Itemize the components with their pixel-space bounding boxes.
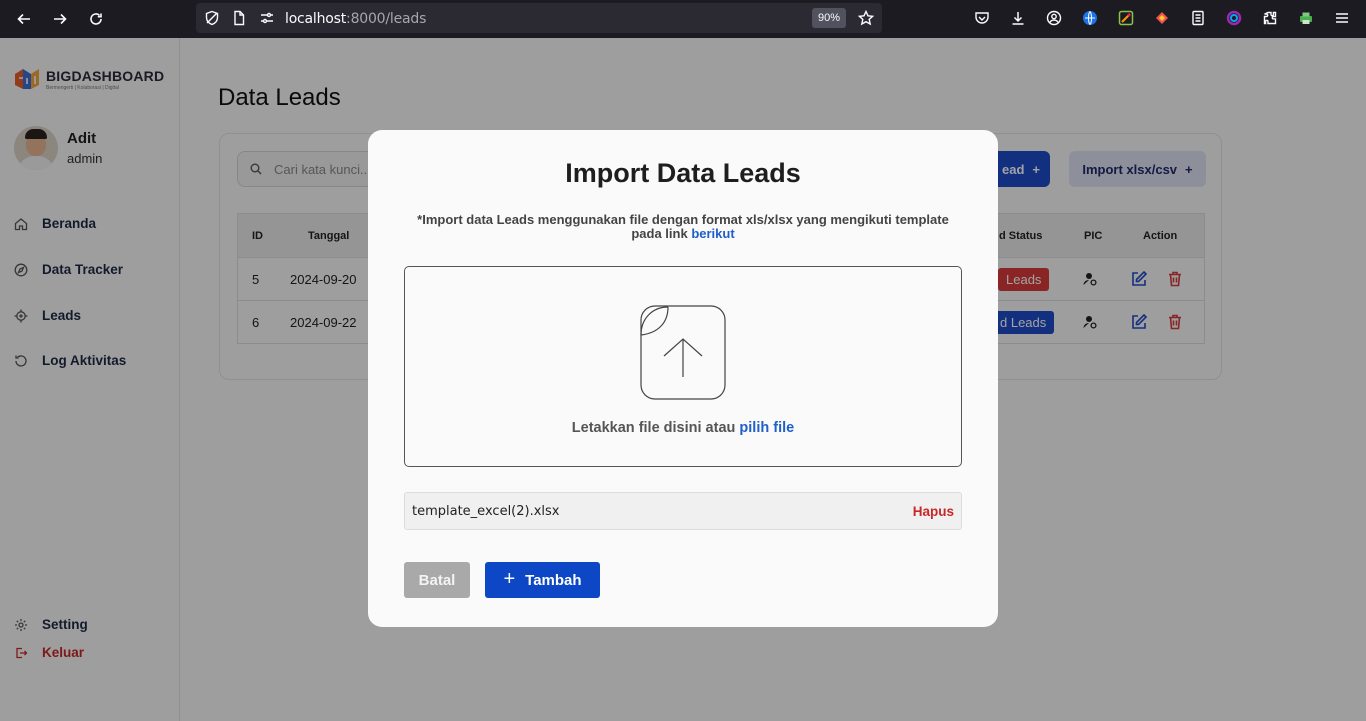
cancel-button[interactable]: Batal (404, 562, 470, 598)
dropzone-text: Letakkan file disini atau pilih file (405, 420, 961, 436)
import-modal: Import Data Leads *Import data Leads men… (368, 130, 998, 627)
permissions-icon[interactable] (259, 10, 275, 26)
back-icon[interactable] (11, 6, 37, 32)
file-dropzone[interactable]: Letakkan file disini atau pilih file (404, 266, 962, 467)
zoom-level-badge[interactable]: 90% (812, 8, 847, 28)
upload-icon (640, 305, 726, 400)
add-button-label: Tambah (525, 571, 582, 589)
modal-description-text: *Import data Leads menggunakan file deng… (417, 212, 949, 241)
modal-title: Import Data Leads (565, 158, 801, 188)
browser-toolbar: localhost:8000/leads 90% (0, 0, 1366, 38)
address-bar[interactable]: localhost:8000/leads 90% (196, 3, 882, 33)
ring-extension-icon[interactable] (1225, 9, 1243, 27)
modal-description: *Import data Leads menggunakan file deng… (404, 213, 962, 241)
file-name: template_excel(2).xlsx (412, 504, 560, 519)
extension-puzzle-color-icon[interactable] (1153, 9, 1171, 27)
add-button[interactable]: + Tambah (485, 562, 600, 598)
tracking-protection-icon[interactable] (204, 10, 220, 26)
extensions-icon[interactable] (1261, 9, 1279, 27)
forward-icon[interactable] (47, 6, 73, 32)
page-icon (234, 10, 245, 26)
choose-file-link[interactable]: pilih file (739, 420, 794, 436)
translate-extension-icon[interactable] (1081, 9, 1099, 27)
plus-icon: + (503, 568, 516, 590)
color-picker-extension-icon[interactable] (1117, 9, 1135, 27)
notes-extension-icon[interactable] (1189, 9, 1207, 27)
reload-icon[interactable] (83, 6, 109, 32)
account-icon[interactable] (1045, 9, 1063, 27)
hamburger-menu-icon[interactable] (1333, 9, 1351, 27)
url-text: localhost:8000/leads (285, 11, 427, 27)
pocket-icon[interactable] (973, 9, 991, 27)
downloads-icon[interactable] (1009, 9, 1027, 27)
template-link[interactable]: berikut (691, 226, 734, 241)
bookmark-star-icon[interactable] (858, 10, 874, 26)
remove-file-button[interactable]: Hapus (913, 504, 954, 519)
dropzone-label: Letakkan file disini atau (571, 420, 736, 436)
selected-file: template_excel(2).xlsx Hapus (404, 492, 962, 530)
printer-extension-icon[interactable] (1297, 9, 1315, 27)
